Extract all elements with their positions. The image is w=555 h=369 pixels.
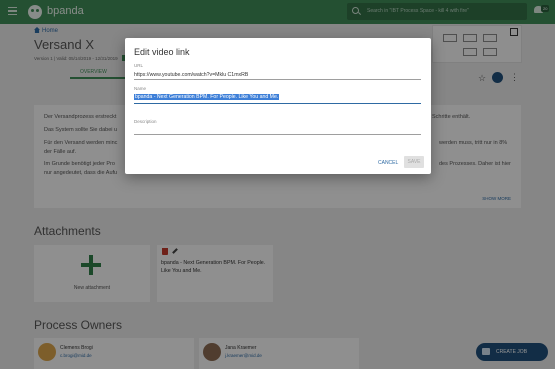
url-input[interactable] xyxy=(134,70,421,80)
name-input-selected-text: bpanda - Next Generation BPM. For People… xyxy=(134,94,280,100)
save-button[interactable]: SAVE xyxy=(404,156,424,168)
name-label: Name xyxy=(134,86,147,91)
edit-video-link-dialog: Edit video link URL Name bpanda - Next G… xyxy=(125,38,431,174)
cancel-button[interactable]: CANCEL xyxy=(378,160,398,166)
description-input[interactable] xyxy=(134,125,421,135)
name-input[interactable]: bpanda - Next Generation BPM. For People… xyxy=(134,92,421,104)
url-label: URL xyxy=(134,63,144,68)
dialog-title: Edit video link xyxy=(134,47,190,57)
description-label: Description xyxy=(134,119,157,124)
